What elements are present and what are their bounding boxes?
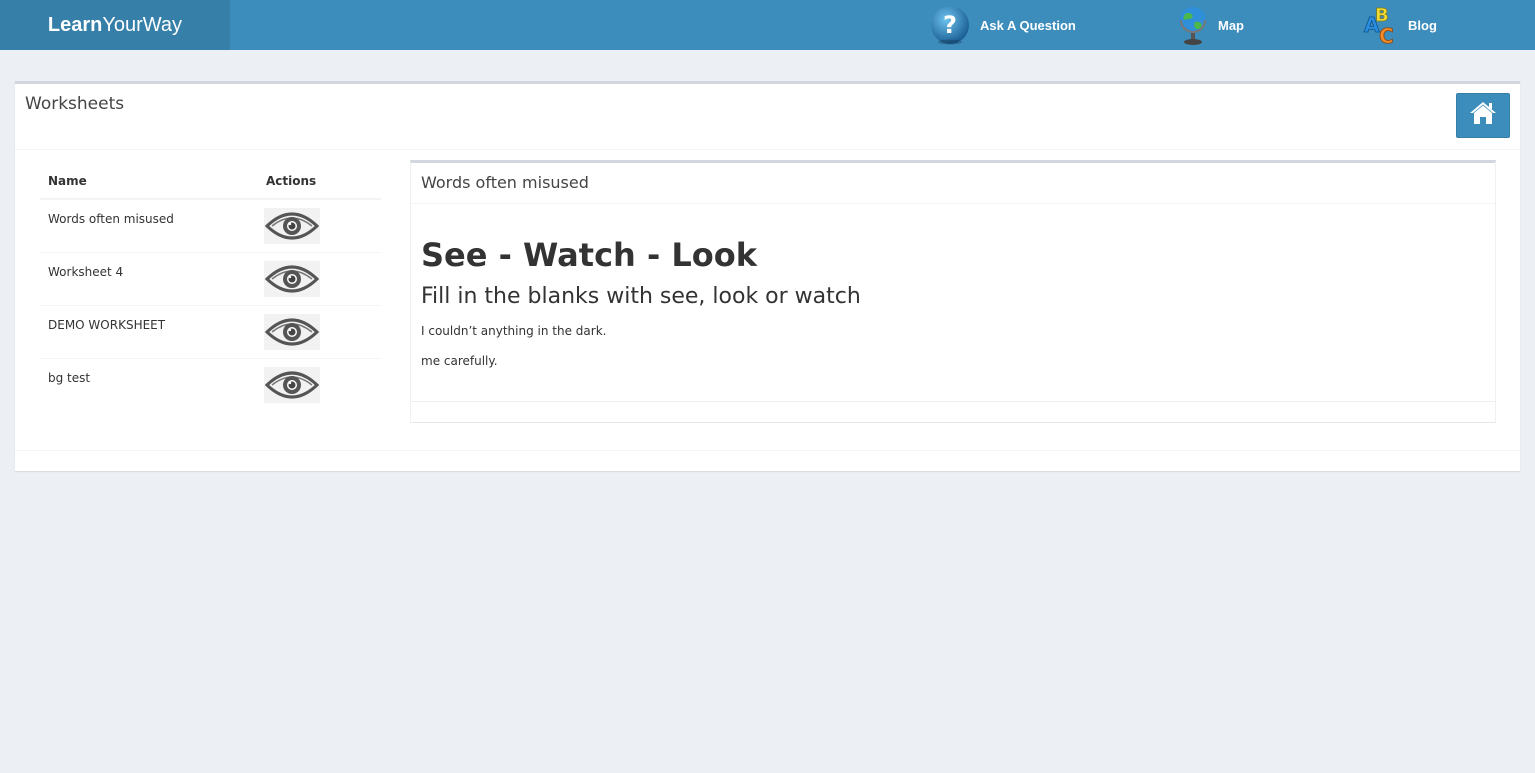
box-footer-divider <box>15 450 1520 451</box>
worksheet-name[interactable]: bg test <box>40 358 258 411</box>
worksheet-subheading: Fill in the blanks with see, look or wat… <box>421 284 861 309</box>
table-row[interactable]: Words often misused <box>40 199 381 253</box>
eye-icon[interactable] <box>264 260 320 297</box>
nav-map-label: Map <box>1218 17 1244 33</box>
top-navbar: LearnYourWay ? Ask A Question Map A B C … <box>0 0 1535 50</box>
preview-header: Words often misused <box>411 163 1495 204</box>
table-row[interactable]: Worksheet 4 <box>40 252 381 306</box>
worksheet-heading: See - Watch - Look <box>421 236 758 274</box>
globe-icon <box>1178 4 1208 46</box>
column-header-name: Name <box>40 164 258 200</box>
eye-icon[interactable] <box>264 366 320 403</box>
preview-body: See - Watch - Look Fill in the blanks wi… <box>421 235 1485 371</box>
svg-text:B: B <box>1375 5 1389 26</box>
table-row[interactable]: DEMO WORKSHEET <box>40 305 381 359</box>
actions-cell <box>258 252 381 306</box>
nav-ask-a-question[interactable]: ? Ask A Question <box>930 0 1076 50</box>
actions-cell <box>258 358 381 411</box>
app-logo[interactable]: LearnYourWay <box>0 0 230 50</box>
actions-cell <box>258 305 381 359</box>
worksheets-box: Worksheets Name Actions Words often misu… <box>15 81 1520 471</box>
preview-footer-divider <box>411 401 1495 402</box>
eye-icon[interactable] <box>264 208 320 244</box>
worksheet-name[interactable]: Words often misused <box>40 199 258 253</box>
page-title: Worksheets <box>25 94 125 114</box>
svg-text:?: ? <box>943 11 957 39</box>
question-icon: ? <box>930 5 970 45</box>
svg-text:C: C <box>1379 24 1394 46</box>
box-header: Worksheets <box>15 84 1520 150</box>
actions-cell <box>258 199 381 253</box>
logo-rest-text: YourWay <box>102 14 183 36</box>
nav-ask-label: Ask A Question <box>980 17 1076 33</box>
worksheet-name[interactable]: DEMO WORKSHEET <box>40 305 258 359</box>
preview-title: Words often misused <box>421 173 589 192</box>
nav-blog[interactable]: A B C Blog <box>1362 0 1437 50</box>
nav-blog-label: Blog <box>1408 17 1437 33</box>
table-row[interactable]: bg test <box>40 358 381 411</box>
worksheet-preview-panel: Words often misused See - Watch - Look F… <box>410 160 1496 423</box>
column-header-actions: Actions <box>258 164 381 200</box>
worksheet-line: I couldn’t anything in the dark. <box>421 324 607 338</box>
worksheet-line: me carefully. <box>421 354 498 368</box>
worksheet-name[interactable]: Worksheet 4 <box>40 252 258 306</box>
home-button[interactable] <box>1456 93 1510 138</box>
abc-blocks-icon: A B C <box>1362 4 1398 46</box>
nav-map[interactable]: Map <box>1178 0 1244 50</box>
worksheets-table: Name Actions Words often misused Workshe… <box>40 164 381 411</box>
home-icon <box>1469 101 1497 130</box>
table-header-row: Name Actions <box>40 164 381 200</box>
logo-bold-text: Learn <box>47 14 103 36</box>
eye-icon[interactable] <box>264 313 320 350</box>
